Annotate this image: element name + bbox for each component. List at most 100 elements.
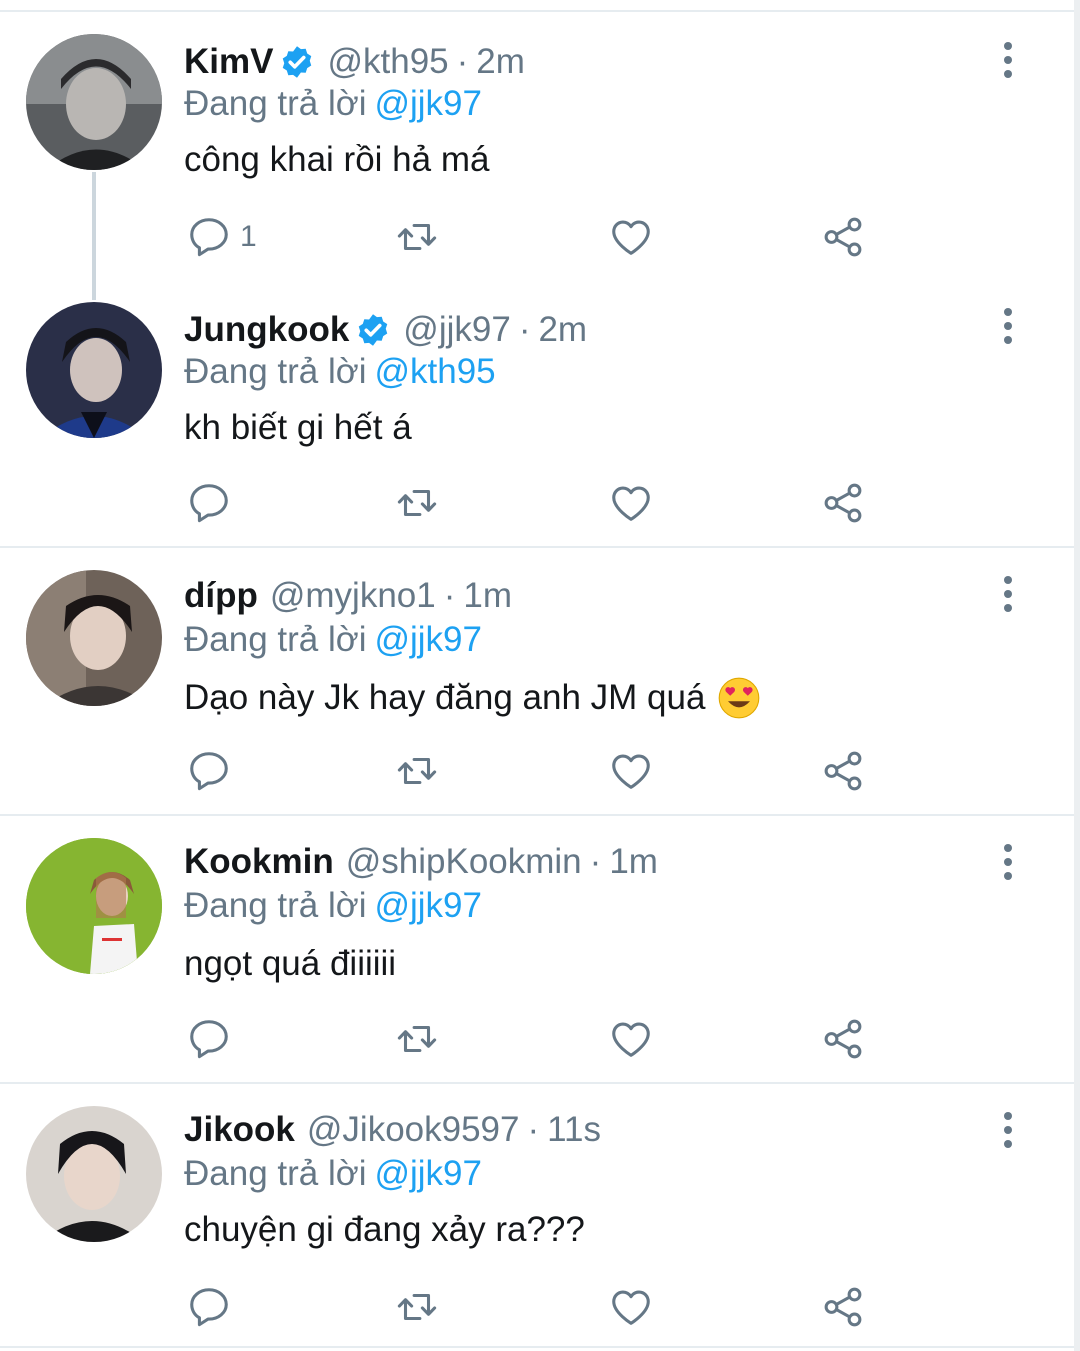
tweet-header: dípp @myjkno1 · 1m — [184, 574, 512, 618]
avatar[interactable] — [26, 570, 162, 706]
tweet-divider — [0, 814, 1074, 816]
scrollbar-track[interactable] — [1074, 0, 1080, 1351]
timestamp[interactable]: 11s — [547, 1110, 601, 1150]
reply-button[interactable]: 1 — [186, 212, 257, 262]
reply-button[interactable] — [186, 478, 232, 528]
timestamp[interactable]: 1m — [463, 576, 512, 616]
replying-to-label: Đang trả lời — [184, 620, 367, 659]
retweet-button[interactable] — [394, 478, 440, 528]
tweet-actions: 1 — [0, 212, 1074, 262]
reply-icon — [186, 1016, 232, 1062]
handle[interactable]: @jjk97 — [403, 310, 511, 350]
share-button[interactable] — [820, 746, 866, 796]
share-icon — [820, 748, 866, 794]
mention-link[interactable]: @jjk97 — [374, 84, 482, 123]
replying-to: Đang trả lời @jjk97 — [184, 84, 482, 124]
reply-icon — [186, 748, 232, 794]
retweet-icon — [394, 480, 440, 526]
timestamp[interactable]: 2m — [538, 310, 587, 350]
display-name[interactable]: KimV — [184, 42, 273, 82]
more-vertical-icon[interactable] — [996, 306, 1020, 346]
share-button[interactable] — [820, 478, 866, 528]
display-name[interactable]: Jikook — [184, 1110, 295, 1150]
retweet-button[interactable] — [394, 746, 440, 796]
reply-button[interactable] — [186, 1014, 232, 1064]
handle[interactable]: @Jikook9597 — [307, 1110, 520, 1150]
avatar[interactable] — [26, 34, 162, 170]
tweet-text: công khai rồi hả má — [184, 140, 490, 179]
like-button[interactable] — [608, 478, 654, 528]
retweet-icon — [394, 748, 440, 794]
heart-icon — [608, 480, 654, 526]
retweet-icon — [394, 1284, 440, 1330]
verified-badge-icon — [279, 44, 315, 80]
replying-to: Đang trả lời @jjk97 — [184, 620, 482, 660]
tweet-header: Jungkook @jjk97 · 2m — [184, 308, 587, 352]
heart-icon — [608, 1016, 654, 1062]
retweet-icon — [394, 214, 440, 260]
replying-to-label: Đang trả lời — [184, 1154, 367, 1193]
heart-icon — [608, 1284, 654, 1330]
replying-to: Đang trả lời @jjk97 — [184, 1154, 482, 1194]
replying-to: Đang trả lời @kth95 — [184, 352, 496, 392]
heart-icon — [608, 748, 654, 794]
retweet-button[interactable] — [394, 1014, 440, 1064]
retweet-button[interactable] — [394, 212, 440, 262]
share-icon — [820, 1284, 866, 1330]
tweet-actions — [0, 1014, 1074, 1064]
avatar[interactable] — [26, 302, 162, 438]
tweet-text: ngọt quá điiiiii — [184, 944, 397, 983]
separator-dot: · — [443, 576, 456, 615]
tweet-header: Jikook @Jikook9597 · 11s — [184, 1108, 601, 1152]
share-icon — [820, 1016, 866, 1062]
tweet-header: Kookmin @shipKookmin · 1m — [184, 840, 658, 884]
mention-link[interactable]: @jjk97 — [374, 1154, 482, 1193]
replying-to-label: Đang trả lời — [184, 84, 367, 123]
more-vertical-icon[interactable] — [996, 574, 1020, 614]
replying-to-label: Đang trả lời — [184, 886, 367, 925]
tweet-header: KimV @kth95 · 2m — [184, 40, 525, 84]
separator-dot: · — [456, 42, 469, 81]
separator-dot: · — [589, 842, 602, 881]
display-name[interactable]: Jungkook — [184, 310, 349, 350]
mention-link[interactable]: @jjk97 — [374, 620, 482, 659]
like-button[interactable] — [608, 1014, 654, 1064]
like-button[interactable] — [608, 212, 654, 262]
like-button[interactable] — [608, 1282, 654, 1332]
replying-to-label: Đang trả lời — [184, 352, 367, 391]
mention-link[interactable]: @jjk97 — [374, 886, 482, 925]
more-vertical-icon[interactable] — [996, 1110, 1020, 1150]
timestamp[interactable]: 1m — [609, 842, 658, 882]
top-divider — [0, 10, 1080, 12]
tweet-text: kh biết gi hết á — [184, 408, 412, 447]
heart-eyes-emoji-icon — [717, 676, 761, 720]
mention-link[interactable]: @kth95 — [374, 352, 495, 391]
tweet-actions — [0, 1282, 1074, 1332]
avatar[interactable] — [26, 1106, 162, 1242]
timestamp[interactable]: 2m — [476, 42, 525, 82]
tweet-actions — [0, 746, 1074, 796]
more-vertical-icon[interactable] — [996, 40, 1020, 80]
handle[interactable]: @shipKookmin — [346, 842, 582, 882]
display-name[interactable]: Kookmin — [184, 842, 334, 882]
heart-icon — [608, 214, 654, 260]
display-name[interactable]: dípp — [184, 576, 258, 616]
handle[interactable]: @myjkno1 — [270, 576, 436, 616]
retweet-icon — [394, 1016, 440, 1062]
tweet-text: Dạo này Jk hay đăng anh JM quá — [184, 676, 761, 720]
more-vertical-icon[interactable] — [996, 842, 1020, 882]
separator-dot: · — [518, 310, 531, 349]
avatar[interactable] — [26, 838, 162, 974]
like-button[interactable] — [608, 746, 654, 796]
share-icon — [820, 480, 866, 526]
share-button[interactable] — [820, 1282, 866, 1332]
reply-icon — [186, 214, 232, 260]
reply-button[interactable] — [186, 1282, 232, 1332]
reply-button[interactable] — [186, 746, 232, 796]
retweet-button[interactable] — [394, 1282, 440, 1332]
tweet-divider — [0, 546, 1074, 548]
verified-badge-icon — [355, 312, 391, 348]
share-button[interactable] — [820, 1014, 866, 1064]
share-button[interactable] — [820, 212, 866, 262]
handle[interactable]: @kth95 — [327, 42, 448, 82]
